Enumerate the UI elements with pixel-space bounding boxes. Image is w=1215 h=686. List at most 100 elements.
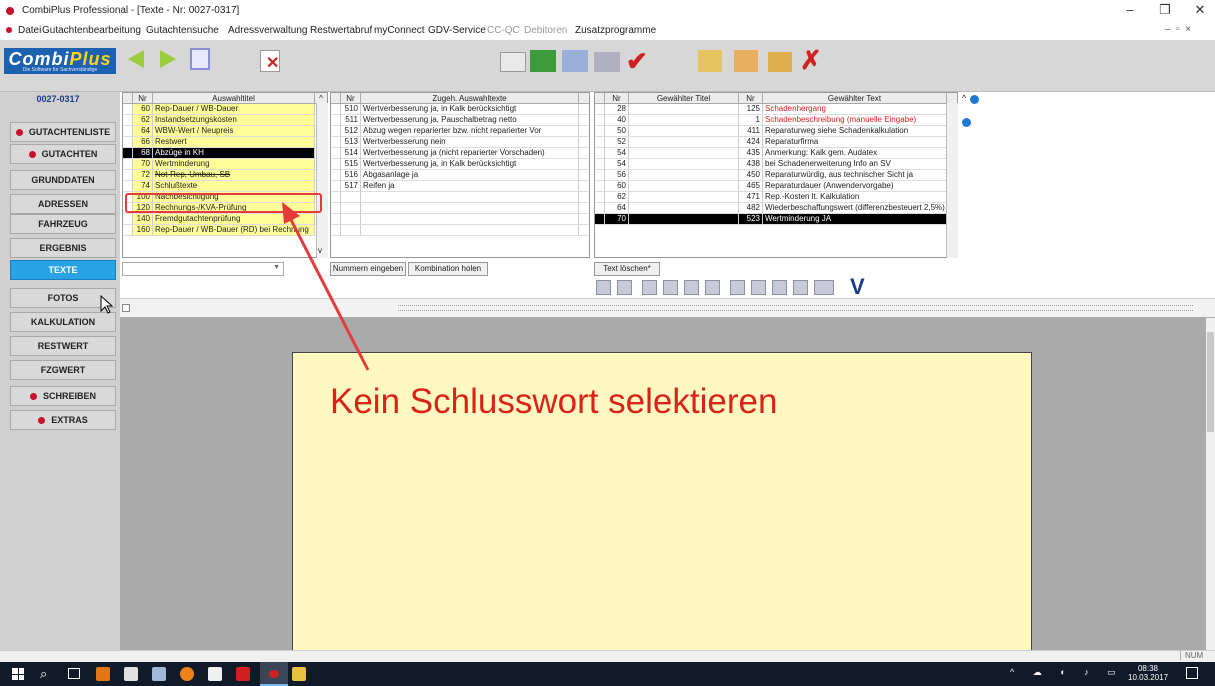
menu-zusatzprogramme[interactable]: Zusatzprogramme	[575, 25, 656, 36]
firefox-icon[interactable]	[180, 667, 194, 681]
network-icon[interactable]	[152, 667, 166, 681]
col-header-nr2[interactable]: Nr	[341, 93, 361, 103]
nav-fahrzeug[interactable]: FAHRZEUG	[10, 214, 116, 234]
table-row[interactable]: 64 WBW-Wert / Neupreis	[123, 126, 327, 137]
list-icon[interactable]	[772, 280, 787, 295]
macro-icon[interactable]	[814, 280, 834, 295]
form-icon[interactable]	[734, 50, 758, 72]
menu-adressverwaltung[interactable]: Adressverwaltung	[228, 25, 307, 36]
file-explorer-icon[interactable]	[292, 667, 306, 681]
windows-start-icon[interactable]	[12, 668, 24, 680]
preview-icon[interactable]	[562, 50, 588, 72]
table-row[interactable]: 513 Wertverbesserung nein	[331, 137, 589, 148]
notepad-icon[interactable]	[208, 667, 222, 681]
table-row[interactable]: 62 Instandsetzungskosten	[123, 115, 327, 126]
menu-datei[interactable]: Datei	[18, 25, 41, 36]
table-row[interactable]: 56 450 Reparaturwürdig, aus technischer Si…	[595, 170, 957, 181]
menu-cc-qc[interactable]: CC-QC	[487, 25, 520, 36]
cancel-icon[interactable]: ✗	[800, 45, 822, 76]
col-header-nr4[interactable]: Nr	[739, 93, 763, 103]
nav-fzgwert[interactable]: FZGWERT	[10, 360, 116, 380]
table-row[interactable]: 511 Wertverbesserung ja, Pauschalbetrag n…	[331, 115, 589, 126]
table-row[interactable]: 66 Restwert	[123, 137, 327, 148]
nav-adressen[interactable]: ADRESSEN	[10, 194, 116, 214]
delete-document-icon[interactable]: ✕	[260, 50, 280, 72]
nav-gutachten[interactable]: GUTACHTEN	[10, 144, 116, 164]
menu-debitoren[interactable]: Debitoren	[524, 25, 567, 36]
menu-gutachtensuche[interactable]: Gutachtensuche	[146, 25, 219, 36]
tools-icon[interactable]	[642, 280, 657, 295]
menu-myconnect[interactable]: myConnect	[374, 25, 425, 36]
col-header-gewaehlter-titel[interactable]: Gewählter Titel	[629, 93, 739, 103]
outlook-icon[interactable]	[96, 667, 110, 681]
menu-gdv-service[interactable]: GDV-Service	[428, 25, 486, 36]
spellcheck-v-icon[interactable]: V	[850, 274, 865, 300]
restore-icon[interactable]: ❐	[1150, 2, 1180, 18]
explorer-doc-icon[interactable]	[124, 667, 138, 681]
table-icon[interactable]	[684, 280, 699, 295]
back-arrow-icon[interactable]	[128, 50, 144, 68]
table-row[interactable]: 52 424 Reparaturfirma	[595, 137, 957, 148]
task-view-icon[interactable]	[68, 668, 80, 679]
mdi-controls[interactable]: – ▫ ×	[1165, 24, 1191, 35]
grid3-scroll-up-icon[interactable]: ^	[962, 93, 966, 103]
table-row[interactable]: 72 Not-Rep, Umbau, SB	[123, 170, 327, 181]
image-icon[interactable]	[793, 280, 808, 295]
table-row[interactable]: 60 465 Reparaturdauer (Anwendervorgabe)	[595, 181, 957, 192]
table-row[interactable]: 28 125 Schadenhergang	[595, 104, 957, 115]
nav-extras[interactable]: EXTRAS	[10, 410, 116, 430]
col-header-nr3[interactable]: Nr	[605, 93, 629, 103]
table-row[interactable]: 64 482 Wiederbeschaffungswert (differenzbe…	[595, 203, 957, 214]
checkmark-icon[interactable]: ✔	[626, 46, 648, 77]
table-row[interactable]: 70 Wertminderung	[123, 159, 327, 170]
table-row[interactable]: 514 Wertverbesserung ja (nicht reparierte…	[331, 148, 589, 159]
notification-icon[interactable]	[1186, 667, 1198, 679]
grid3-scrollbar[interactable]	[946, 103, 958, 258]
table-row[interactable]: 512 Abzug wegen reparierter bzw. nicht re…	[331, 126, 589, 137]
table-row[interactable]: 60 Rep-Dauer / WB-Dauer	[123, 104, 327, 115]
format-icon-1[interactable]	[596, 280, 611, 295]
table-row[interactable]: 516 Abgasanlage ja	[331, 170, 589, 181]
tab-stop-icon[interactable]	[122, 304, 130, 312]
folder-icon[interactable]	[768, 52, 792, 72]
table-row[interactable]: 54 438 bei Schadenerweiterung Info an SV	[595, 159, 957, 170]
nav-schreiben[interactable]: SCHREIBEN	[10, 386, 116, 406]
auswahl-combobox[interactable]: ▼	[122, 262, 284, 276]
col-header-zugeh[interactable]: Zugeh. Auswahltexte	[361, 93, 579, 103]
nav-grunddaten[interactable]: GRUNDDATEN	[10, 170, 116, 190]
print-icon[interactable]	[594, 52, 620, 72]
col-header-auswahltitel[interactable]: Auswahltitel	[153, 93, 315, 103]
tool-icon[interactable]	[236, 667, 250, 681]
close-icon[interactable]: ✕	[1185, 2, 1215, 18]
clock[interactable]: 08:38 10.03.2017	[1128, 664, 1168, 682]
system-tray-icons[interactable]: ^ ☁ ◐ ♪ ▭	[1010, 667, 1124, 678]
camera-icon[interactable]	[500, 52, 526, 72]
insert-icon[interactable]	[705, 280, 720, 295]
col-header-gewaehlter-text[interactable]: Gewählter Text	[763, 93, 947, 103]
table-row[interactable]: 70 523 Wertminderung JA	[595, 214, 957, 225]
gewaehlt-grid[interactable]: Nr Gewählter Titel Nr Gewählter Text 28 1…	[594, 92, 958, 258]
format-icon-2[interactable]	[617, 280, 632, 295]
text-loeschen-button[interactable]: Text löschen*	[594, 262, 660, 276]
nav-restwert[interactable]: RESTWERT	[10, 336, 116, 356]
nav-kalkulation[interactable]: KALKULATION	[10, 312, 116, 332]
table-row[interactable]: 510 Wertverbesserung ja, in Kalk berücksi…	[331, 104, 589, 115]
move-down-icon[interactable]	[962, 118, 971, 127]
indent-icon[interactable]	[751, 280, 766, 295]
table-row[interactable]: 68 Abzüge in KH	[123, 148, 327, 159]
table-row[interactable]: 515 Wertverbesserung ja, in Kalk berücksi…	[331, 159, 589, 170]
table-row[interactable]: 62 471 Rep.-Kosten lt. Kalkulation	[595, 192, 957, 203]
book-icon[interactable]	[663, 280, 678, 295]
add-table-icon[interactable]	[530, 50, 556, 72]
table-row[interactable]: 54 435 Anmerkung: Kalk gem. Audatex	[595, 148, 957, 159]
nav-ergebnis[interactable]: ERGEBNIS	[10, 238, 116, 258]
scroll-up-icon[interactable]: ^	[315, 93, 327, 103]
nav-gutachtenliste[interactable]: GUTACHTENLISTE	[10, 122, 116, 142]
nav-texte[interactable]: TEXTE	[10, 260, 116, 280]
menu-gutachtenbearbeitung[interactable]: Gutachtenbearbeitung	[42, 25, 141, 36]
search-icon[interactable]: ⌕	[40, 666, 47, 682]
menu-restwertabruf[interactable]: Restwertabruf	[310, 25, 372, 36]
style-icon[interactable]	[730, 280, 745, 295]
combiplus-task[interactable]	[260, 662, 288, 686]
minimize-icon[interactable]: –	[1115, 2, 1145, 17]
